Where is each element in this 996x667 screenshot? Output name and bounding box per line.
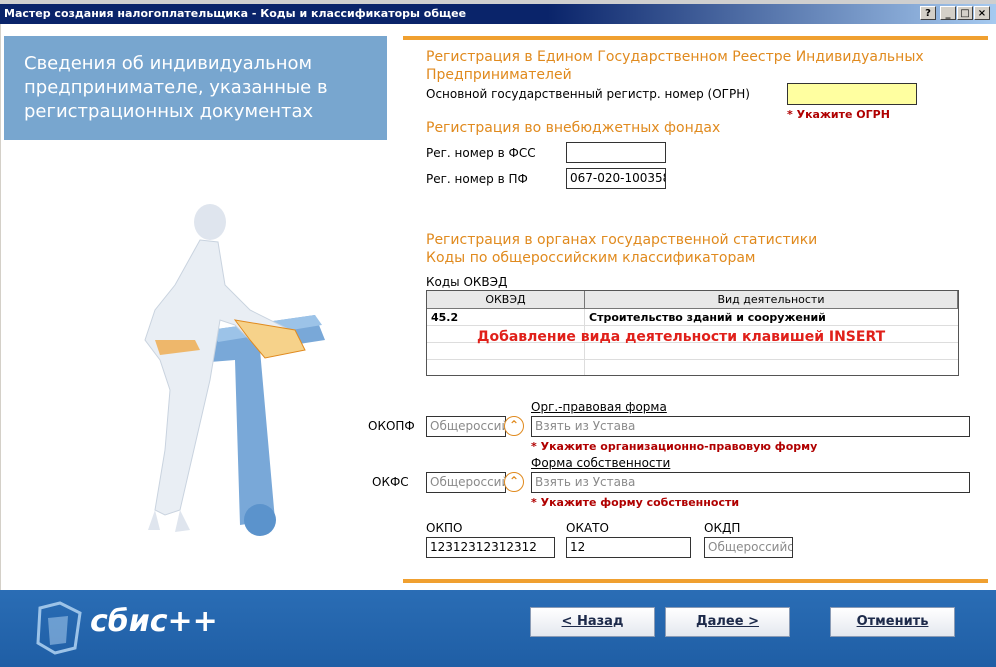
funds-heading: Регистрация во внебюджетных фондах xyxy=(426,120,721,136)
sbis-logo: сбис++ xyxy=(90,604,218,639)
info-panel: Сведения об индивидуальном предпринимате… xyxy=(4,36,387,140)
activity-column-header[interactable]: Вид деятельности xyxy=(585,291,958,309)
okdp-input[interactable]: Общероссийс xyxy=(704,537,793,558)
ogrn-error: * Укажите ОГРН xyxy=(787,108,890,121)
okfs-label: ОКФС xyxy=(372,475,409,489)
bottom-accent-line xyxy=(403,579,988,583)
next-button[interactable]: Далее > xyxy=(665,607,790,637)
okopf-value-input[interactable]: Взять из Устава xyxy=(531,416,970,437)
okved-label: Коды ОКВЭД xyxy=(426,275,508,289)
okpo-input[interactable]: 12312312312312 xyxy=(426,537,555,558)
okfs-title[interactable]: Форма собственности xyxy=(531,456,670,470)
top-accent-line xyxy=(403,36,988,40)
okved-code-cell: 45.2 xyxy=(431,311,459,324)
okdp-label: ОКДП xyxy=(704,521,741,535)
fss-input[interactable] xyxy=(566,142,666,163)
okopf-label: ОКОПФ xyxy=(368,419,415,433)
okato-input[interactable]: 12 xyxy=(566,537,691,558)
registry-heading: Регистрация в Едином Государственном Рее… xyxy=(426,49,924,83)
maximize-button[interactable]: □ xyxy=(957,6,973,20)
fss-label: Рег. номер в ФСС xyxy=(426,146,536,160)
table-row[interactable] xyxy=(427,360,958,377)
cancel-button[interactable]: Отменить xyxy=(830,607,955,637)
okopf-dropdown-icon[interactable]: ⌃ xyxy=(504,416,524,436)
pf-input[interactable]: 067-020-100358 xyxy=(566,168,666,189)
okfs-dropdown-icon[interactable]: ⌃ xyxy=(504,472,524,492)
woman-illustration xyxy=(144,204,325,536)
window-title: Мастер создания налогоплательщика - Коды… xyxy=(4,7,467,20)
sbis-logo-icon xyxy=(36,601,82,655)
activity-cell: Строительство зданий и сооружений xyxy=(589,311,826,324)
okved-grid[interactable]: ОКВЭД Вид деятельности 45.2 Строительств… xyxy=(426,290,959,376)
back-button[interactable]: < Назад xyxy=(530,607,655,637)
okpo-label: ОКПО xyxy=(426,521,463,535)
okfs-error: * Укажите форму собственности xyxy=(531,496,740,509)
stat-heading-2: Коды по общероссийским классификаторам xyxy=(426,250,756,266)
okopf-code-input[interactable]: Общероссийск xyxy=(426,416,506,437)
close-button[interactable]: × xyxy=(974,6,990,20)
table-row[interactable]: 45.2 Строительство зданий и сооружений xyxy=(427,309,958,326)
stat-heading-1: Регистрация в органах государственной ст… xyxy=(426,232,818,248)
ogrn-label: Основной государственный регистр. номер … xyxy=(426,87,750,101)
okato-label: ОКАТО xyxy=(566,521,609,535)
title-bar: Мастер создания налогоплательщика - Коды… xyxy=(0,0,996,24)
table-row[interactable] xyxy=(427,343,958,360)
pf-label: Рег. номер в ПФ xyxy=(426,172,528,186)
insert-hint: Добавление вида деятельности клавишей IN… xyxy=(477,329,886,345)
okved-column-header[interactable]: ОКВЭД xyxy=(427,291,585,309)
okopf-error: * Укажите организационно-правовую форму xyxy=(531,440,818,453)
help-button[interactable]: ? xyxy=(920,6,936,20)
okfs-value-input[interactable]: Взять из Устава xyxy=(531,472,970,493)
minimize-button[interactable]: _ xyxy=(940,6,956,20)
okopf-title[interactable]: Орг.-правовая форма xyxy=(531,400,667,414)
okfs-code-input[interactable]: Общероссийск xyxy=(426,472,506,493)
info-panel-text: Сведения об индивидуальном предпринимате… xyxy=(24,53,328,122)
ogrn-input[interactable] xyxy=(787,83,917,105)
